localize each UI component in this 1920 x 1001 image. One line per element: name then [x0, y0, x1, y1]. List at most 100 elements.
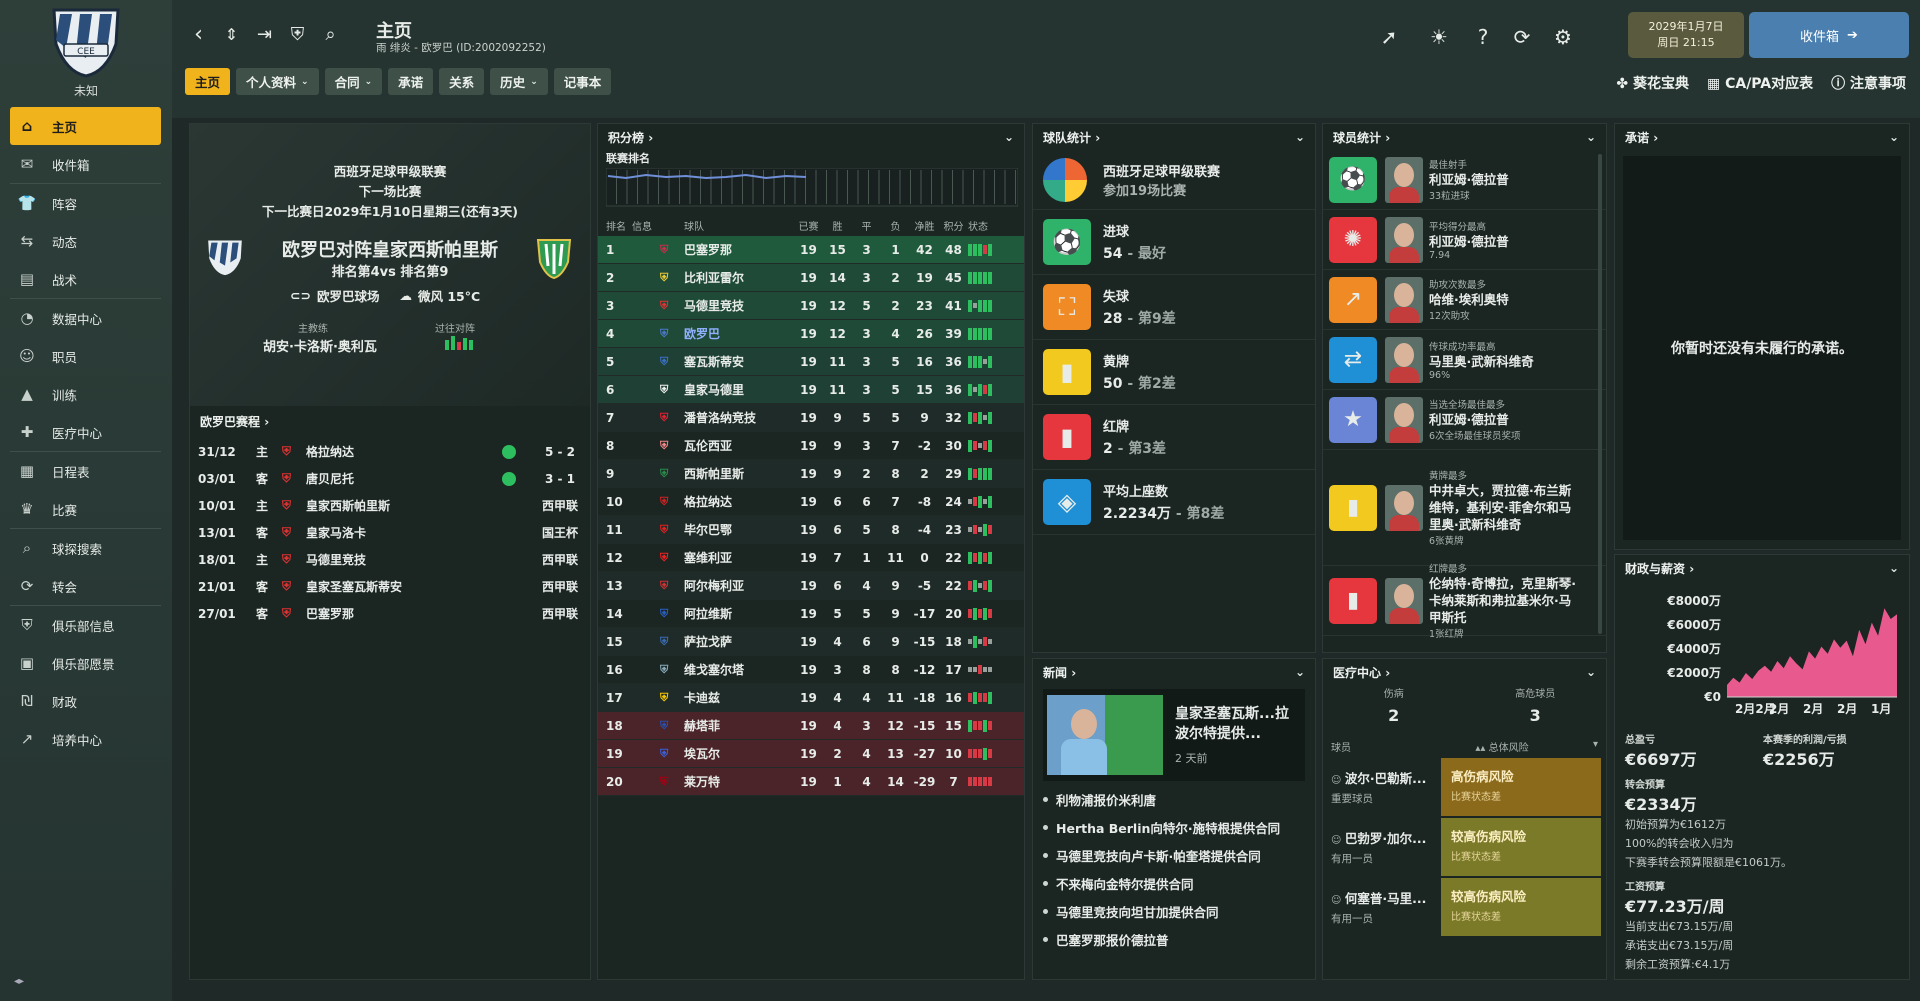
column-header[interactable]: 胜 — [823, 218, 852, 233]
table-row[interactable]: 20 ⛨ 莱万特 19 1 4 14 -29 7 — [598, 768, 1024, 796]
sidebar-item[interactable]: ⛨ 俱乐部信息 — [10, 606, 161, 644]
chevron-down-icon[interactable]: ⌄ — [1295, 130, 1305, 144]
table-row[interactable]: 18 ⛨ 赫塔菲 19 4 3 12 -15 15 — [598, 712, 1024, 740]
news-headline-card[interactable]: 皇家圣塞瓦斯...拉波尔特提供... 2 天前 — [1043, 689, 1305, 781]
table-row[interactable]: 11 ⛨ 毕尔巴鄂 19 6 5 8 -4 23 — [598, 516, 1024, 544]
team-stat-row[interactable]: ◈ 平均上座数 2.2234万 - 第8差 — [1033, 470, 1315, 535]
tab[interactable]: 个人资料 ⌄ — [236, 68, 319, 95]
sidebar-item[interactable]: ⇆ 动态 — [10, 222, 161, 260]
coach-name[interactable]: 胡安·卡洛斯·奥利瓦 — [263, 336, 377, 355]
lightbulb-icon[interactable]: ☀ — [1424, 22, 1454, 52]
player-stat-row[interactable]: ⚽ 最佳射手 利亚姆·德拉普 33粒进球 — [1323, 150, 1606, 210]
date-display[interactable]: 2029年1月7日 周日 21:15 — [1628, 12, 1744, 58]
fixture-row[interactable]: 03/01 客 ⛨ 唐贝尼托 3 - 1 — [190, 465, 590, 492]
table-row[interactable]: 14 ⛨ 阿拉维斯 19 5 5 9 -17 20 — [598, 600, 1024, 628]
tab[interactable]: 关系 — [439, 68, 485, 95]
gear-icon[interactable]: ⚙ — [1548, 22, 1578, 52]
tab[interactable]: 记事本 — [553, 68, 612, 95]
inbox-continue-button[interactable]: 收件箱 ➔ — [1749, 12, 1909, 58]
sidebar-item[interactable]: ☺ 职员 — [10, 337, 161, 375]
tab[interactable]: 历史 ⌄ — [490, 68, 548, 95]
fixture-row[interactable]: 13/01 客 ⛨ 皇家马洛卡 国王杯 — [190, 519, 590, 546]
column-header[interactable]: 球队 — [684, 218, 794, 233]
position-history-chart[interactable] — [606, 168, 1018, 208]
table-row[interactable]: 3 ⛨ 马德里竞技 19 12 5 2 23 41 — [598, 292, 1024, 320]
team-stat-row[interactable]: ⚽ 进球 54 - 最好 — [1033, 210, 1315, 275]
back-icon[interactable]: ‹ — [182, 18, 215, 51]
player-avatar[interactable] — [1385, 396, 1423, 443]
fixtures-header[interactable]: 欧罗巴赛程 › — [190, 408, 590, 434]
medical-row[interactable]: ☺ 巴勃罗·加尔... 有用一员 较高伤病风险 比赛状态差 — [1323, 818, 1606, 876]
sidebar-item[interactable]: ✚ 医疗中心 — [10, 413, 161, 451]
table-row[interactable]: 15 ⛨ 萨拉戈萨 19 4 6 9 -15 18 — [598, 628, 1024, 656]
sidebar-item[interactable]: ▲ 训练 — [10, 375, 161, 413]
match-title[interactable]: 欧罗巴对阵皇家西斯帕里斯 — [190, 236, 590, 262]
link-ca-pa[interactable]: ▦ CA/PA对应表 — [1707, 73, 1813, 93]
search-icon[interactable]: ⌕ — [314, 18, 347, 51]
player-stat-row[interactable]: ↗ 助攻次数最多 哈维·埃利奥特 12次助攻 — [1323, 270, 1606, 330]
link-notes[interactable]: ⓘ 注意事项 — [1831, 73, 1906, 93]
column-header[interactable]: 已赛 — [794, 218, 823, 233]
table-row[interactable]: 16 ⛨ 维戈塞尔塔 19 3 8 8 -12 17 — [598, 656, 1024, 684]
table-row[interactable]: 5 ⛨ 塞瓦斯蒂安 19 11 3 5 16 36 — [598, 348, 1024, 376]
news-item[interactable]: 马德里竞技向卢卡斯·帕奎塔提供合同 — [1033, 841, 1315, 869]
chevron-down-icon[interactable]: ⌄ — [1889, 130, 1899, 144]
sidebar-collapse-icon[interactable]: ◂▸ — [14, 976, 24, 987]
up-down-icon[interactable]: ⇕ — [215, 18, 248, 51]
table-row[interactable]: 8 ⛨ 瓦伦西亚 19 9 3 7 -2 30 — [598, 432, 1024, 460]
fixture-row[interactable]: 27/01 客 ⛨ 巴塞罗那 西甲联 — [190, 600, 590, 627]
tab[interactable]: 承诺 — [388, 68, 434, 95]
chevron-down-icon[interactable]: ⌄ — [1295, 665, 1305, 679]
player-avatar[interactable] — [1385, 276, 1423, 323]
sidebar-item[interactable]: ↗ 培养中心 — [10, 720, 161, 758]
chevron-down-icon[interactable]: ▾ — [1593, 739, 1598, 754]
sidebar-item[interactable]: ♛ 比赛 — [10, 490, 161, 528]
table-row[interactable]: 10 ⛨ 格拉纳达 19 6 6 7 -8 24 — [598, 488, 1024, 516]
player-stat-row[interactable]: ▮ 黄牌最多 中井卓大，贾拉德·布兰斯维特，基利安·菲舍尔和马里奥·武新科维奇 6张黄… — [1323, 450, 1606, 566]
scrollbar[interactable] — [1598, 154, 1602, 634]
table-row[interactable]: 2 ⛨ 比利亚雷尔 19 14 3 2 19 45 — [598, 264, 1024, 292]
tab[interactable]: 合同 ⌄ — [324, 68, 383, 95]
column-header[interactable]: 负 — [881, 218, 910, 233]
table-row[interactable]: 12 ⛨ 塞维利亚 19 7 1 11 0 22 — [598, 544, 1024, 572]
player-stat-row[interactable]: ★ 当选全场最佳最多 利亚姆·德拉普 6次全场最佳球员奖项 — [1323, 390, 1606, 450]
sidebar-item[interactable]: ◔ 数据中心 — [10, 299, 161, 337]
promises-header[interactable]: 承诺 › ⌄ — [1615, 124, 1909, 150]
news-item[interactable]: 不来梅向金特尔提供合同 — [1033, 869, 1315, 897]
chevron-down-icon[interactable]: ⌄ — [1889, 561, 1899, 575]
sidebar-item[interactable]: ▤ 战术 — [10, 260, 161, 298]
player-stat-row[interactable]: ✺ 平均得分最高 利亚姆·德拉普 7.94 — [1323, 210, 1606, 270]
news-item[interactable]: 巴塞罗那报价德拉普 — [1033, 925, 1315, 953]
table-row[interactable]: 4 ⛨ 欧罗巴 19 12 3 4 26 39 — [598, 320, 1024, 348]
transfer-budget-value[interactable]: €2334万 — [1625, 791, 1899, 815]
fixture-row[interactable]: 21/01 客 ⛨ 皇家圣塞瓦斯蒂安 西甲联 — [190, 573, 590, 600]
rocket-icon[interactable]: ➚ — [1374, 22, 1404, 52]
high-risk-count[interactable]: 3 — [1465, 706, 1607, 725]
player-stat-row[interactable]: ⇄ 传球成功率最高 马里奥·武新科维奇 96% — [1323, 330, 1606, 390]
sidebar-item[interactable]: ⟳ 转会 — [10, 567, 161, 605]
news-header[interactable]: 新闻 › ⌄ — [1033, 659, 1315, 685]
column-header[interactable]: 积分 — [939, 218, 968, 233]
team-stats-header[interactable]: 球队统计 › ⌄ — [1033, 124, 1315, 150]
column-header[interactable]: 状态 — [968, 218, 1000, 233]
sidebar-item[interactable]: ⌂ 主页 — [10, 107, 161, 145]
wage-budget-value[interactable]: €77.23万/周 — [1625, 893, 1899, 917]
player-stat-row[interactable]: ▮ 红牌最多 伦纳特·奇博拉，克里斯琴·卡纳莱斯和弗拉基米尔·马甲斯托 1张红牌 — [1323, 564, 1606, 640]
sidebar-item[interactable]: ▣ 俱乐部愿景 — [10, 644, 161, 682]
news-item[interactable]: 利物浦报价米利唐 — [1033, 785, 1315, 813]
chevron-down-icon[interactable]: ⌄ — [1586, 665, 1596, 679]
fixture-row[interactable]: 10/01 主 ⛨ 皇家西斯帕里斯 西甲联 — [190, 492, 590, 519]
sidebar-item[interactable]: ▦ 日程表 — [10, 452, 161, 490]
player-avatar[interactable] — [1385, 216, 1423, 263]
news-item[interactable]: Hertha Berlin向特尔·施特根提供合同 — [1033, 813, 1315, 841]
column-header[interactable]: 净胜 — [910, 218, 939, 233]
finance-header[interactable]: 财政与薪资 › ⌄ — [1615, 555, 1909, 581]
table-row[interactable]: 1 ⛨ 巴塞罗那 19 15 3 1 42 48 — [598, 236, 1024, 264]
medical-row[interactable]: ☺ 何塞普·马里... 有用一员 较高伤病风险 比赛状态差 — [1323, 878, 1606, 936]
medical-row[interactable]: ☺ 波尔·巴勒斯... 重要球员 高伤病风险 比赛状态差 — [1323, 758, 1606, 816]
sidebar-item[interactable]: ✉ 收件箱 — [10, 145, 161, 183]
news-item[interactable]: 马德里竞技向坦甘加提供合同 — [1033, 897, 1315, 925]
team-stat-row[interactable]: ▮ 红牌 2 - 第3差 — [1033, 405, 1315, 470]
column-header[interactable]: 信息 — [632, 218, 660, 233]
table-row[interactable]: 13 ⛨ 阿尔梅利亚 19 6 4 9 -5 22 — [598, 572, 1024, 600]
